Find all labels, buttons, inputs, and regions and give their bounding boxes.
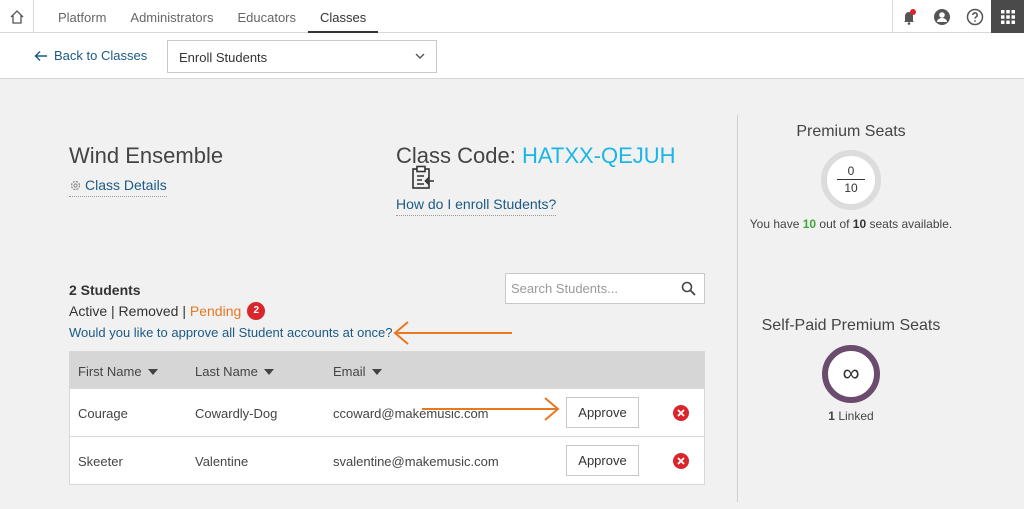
top-nav: Platform Administrators Educators Classe… [0, 0, 1024, 33]
copy-code-button[interactable] [410, 165, 436, 196]
first-name-cell: Courage [78, 406, 128, 421]
column-label: Last Name [195, 364, 258, 379]
search-icon[interactable] [681, 281, 696, 296]
filter-removed[interactable]: Removed [119, 303, 179, 319]
gear-icon [70, 180, 81, 190]
linked-label: Linked [834, 409, 874, 423]
remove-student-button[interactable] [672, 404, 690, 425]
filter-separator: | [178, 303, 190, 319]
sort-down-icon [263, 368, 274, 375]
approve-button[interactable]: Approve [566, 445, 639, 476]
search-input[interactable] [506, 274, 676, 303]
approve-button[interactable]: Approve [566, 397, 639, 428]
class-code: Class Code: HATXX-QEJUH [396, 143, 676, 169]
filter-separator: | [107, 303, 119, 319]
seats-available-text: You have 10 out of 10 seats available. [738, 215, 964, 234]
arrow-left-icon [34, 50, 47, 61]
seats-text-prefix: You have [749, 217, 803, 231]
help-button[interactable] [958, 0, 991, 33]
user-icon [933, 8, 950, 25]
seats-total-count: 10 [852, 217, 867, 231]
sub-toolbar: Back to Classes Enroll Students [0, 33, 1024, 79]
home-icon [10, 9, 23, 24]
arrow-to-approve-all [393, 321, 512, 345]
home-button[interactable] [0, 0, 34, 33]
table-row: Skeeter Valentine svalentine@makemusic.c… [70, 436, 704, 484]
action-select[interactable]: Enroll Students [167, 40, 437, 73]
clipboard-icon [412, 165, 434, 189]
column-label: First Name [78, 364, 142, 379]
help-icon [966, 8, 983, 25]
premium-seats-gauge: 0 10 [821, 150, 881, 210]
seats-text-suffix: seats available. [866, 217, 953, 231]
email-cell: svalentine@makemusic.com [333, 454, 499, 469]
filter-active[interactable]: Active [69, 303, 107, 319]
seats-text-mid: out of [816, 217, 853, 231]
tab-platform[interactable]: Platform [46, 0, 118, 33]
email-cell: ccoward@makemusic.com [333, 406, 489, 421]
apps-button[interactable] [991, 0, 1024, 33]
account-button[interactable] [925, 0, 958, 33]
class-code-value: HATXX-QEJUH [521, 143, 676, 168]
table-row: Courage Cowardly-Dog ccoward@makemusic.c… [70, 388, 704, 436]
seats-total: 10 [844, 181, 858, 195]
seats-available-count: 10 [802, 217, 817, 231]
pending-count-badge: 2 [247, 302, 266, 320]
student-count: 2 Students [69, 282, 141, 298]
linked-count-text: 1 Linked [738, 409, 964, 423]
students-table: First Name Last Name Email Courage Cowar… [69, 351, 705, 485]
tab-administrators[interactable]: Administrators [118, 0, 225, 33]
class-title: Wind Ensemble [69, 143, 224, 168]
linked-count: 1 [828, 409, 835, 423]
remove-student-button[interactable] [672, 452, 690, 473]
approve-all-link[interactable]: Would you like to approve all Student ac… [69, 325, 393, 340]
self-paid-title: Self-Paid Premium Seats [761, 317, 941, 334]
nav-tabs: Platform Administrators Educators Classe… [46, 0, 379, 33]
table-header: First Name Last Name Email [70, 352, 704, 388]
infinity-icon: ∞ [842, 360, 860, 387]
first-name-cell: Skeeter [78, 454, 123, 469]
student-search [505, 273, 705, 304]
class-details-link[interactable]: Class Details [69, 177, 167, 197]
column-email[interactable]: Email [333, 364, 382, 379]
panel-divider [737, 115, 738, 502]
grid-icon [1000, 9, 1015, 24]
premium-seats-title: Premium Seats [796, 123, 906, 140]
bell-icon [904, 8, 916, 25]
last-name-cell: Valentine [195, 454, 249, 469]
nav-actions [892, 0, 1024, 33]
status-filters: Active | Removed | Pending 2 [69, 302, 266, 320]
back-to-classes-link[interactable]: Back to Classes [34, 48, 147, 63]
close-circle-icon [673, 453, 689, 469]
class-details-label: Class Details [85, 177, 167, 193]
back-link-label: Back to Classes [54, 48, 148, 63]
self-paid-gauge: ∞ [822, 345, 880, 403]
sort-down-icon [147, 368, 158, 375]
chevron-down-icon [415, 53, 425, 59]
tab-classes[interactable]: Classes [308, 0, 379, 33]
notifications-button[interactable] [892, 0, 925, 33]
filter-pending[interactable]: Pending [190, 303, 241, 319]
column-last-name[interactable]: Last Name [195, 364, 274, 379]
seats-used: 0 [847, 164, 855, 178]
column-first-name[interactable]: First Name [78, 364, 158, 379]
fraction-line [837, 179, 865, 180]
tab-educators[interactable]: Educators [225, 0, 308, 33]
sort-down-icon [371, 368, 382, 375]
column-label: Email [333, 364, 366, 379]
last-name-cell: Cowardly-Dog [195, 406, 278, 421]
close-circle-icon [673, 405, 689, 421]
how-to-enroll-link[interactable]: How do I enroll Students? [396, 196, 557, 216]
action-select-value: Enroll Students [179, 50, 268, 65]
